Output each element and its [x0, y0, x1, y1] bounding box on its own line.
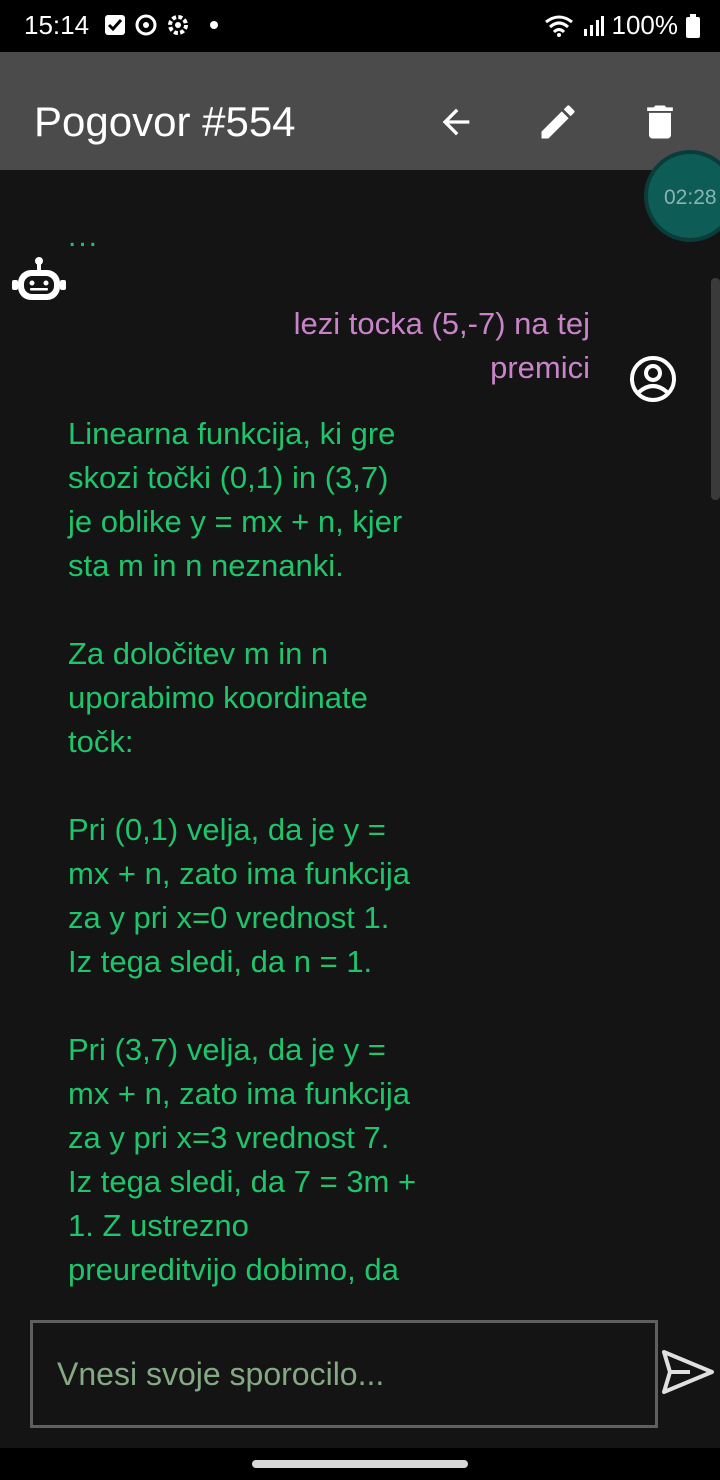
settings-icon	[168, 15, 188, 35]
timer-label: 02:28	[664, 186, 717, 209]
dot-icon	[210, 21, 218, 29]
app-screen: 15:14 100% Pogovor #554 ... lezi tocka (…	[0, 0, 720, 1480]
signal-icon	[583, 15, 604, 36]
send-button[interactable]	[660, 1344, 716, 1400]
bot-message: ...	[68, 220, 100, 253]
send-icon	[662, 1350, 714, 1394]
chat-thread[interactable]: ... lezi tocka (5,-7) na tej premici Lin…	[0, 170, 720, 1305]
bot-message: Linearna funkcija, ki gre skozi točki (0…	[68, 416, 417, 1287]
delete-icon	[647, 105, 673, 139]
edit-icon	[541, 105, 575, 139]
navigation-bar	[0, 1448, 720, 1480]
robot-icon	[12, 257, 66, 300]
sync-icon	[135, 14, 157, 36]
app-toolbar: Pogovor #554	[0, 52, 720, 170]
page-title: Pogovor #554	[34, 98, 296, 145]
status-system-icons: 100%	[544, 10, 700, 41]
status-notification-icons	[104, 13, 218, 37]
user-avatar	[628, 354, 678, 409]
bot-avatar	[12, 256, 66, 309]
account-circle-icon	[630, 356, 676, 402]
wifi-icon	[544, 15, 573, 37]
battery-percent: 100%	[611, 10, 679, 40]
user-message: lezi tocka (5,-7) na tej premici	[293, 306, 590, 385]
battery-icon	[686, 13, 700, 38]
home-indicator[interactable]	[252, 1460, 468, 1468]
checkbox-icon	[105, 15, 125, 35]
back-button[interactable]	[432, 98, 480, 146]
edit-button[interactable]	[534, 98, 582, 146]
status-bar: 15:14 100%	[0, 0, 720, 52]
status-time: 15:14	[24, 10, 90, 40]
message-input[interactable]	[30, 1320, 658, 1428]
delete-button[interactable]	[636, 98, 684, 146]
scrollbar[interactable]	[711, 278, 720, 500]
back-arrow-icon	[442, 108, 470, 136]
